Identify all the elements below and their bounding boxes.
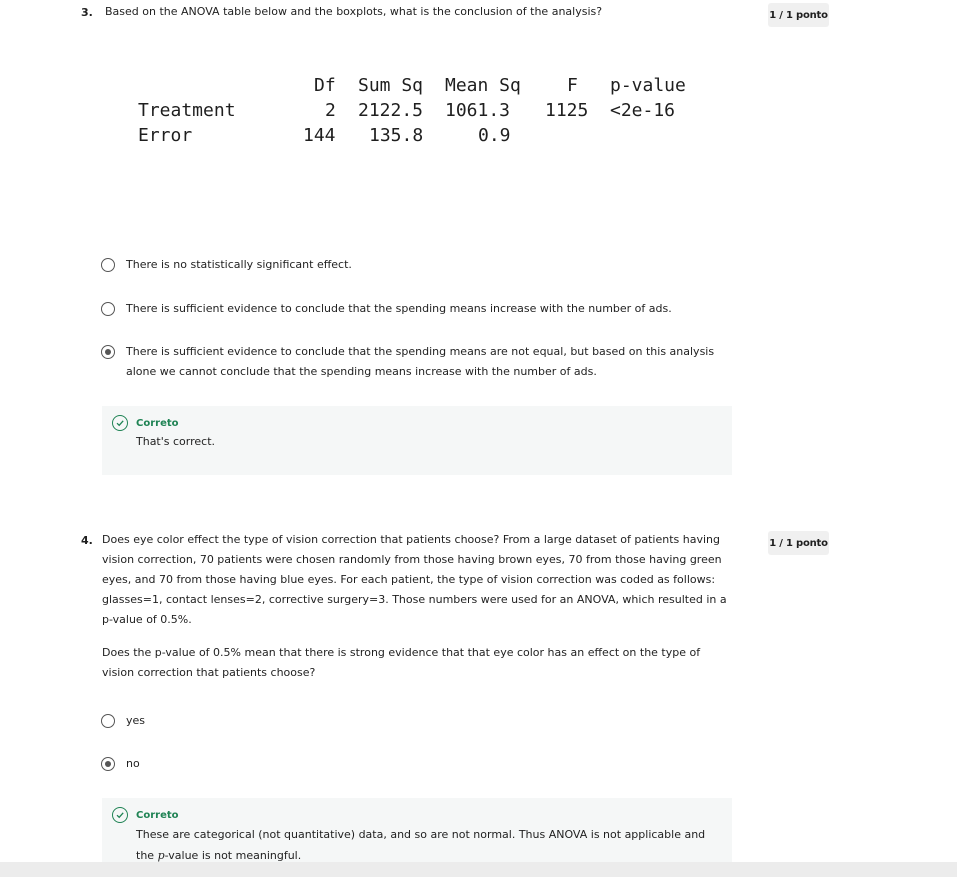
feedback-box: Correto That's correct.: [102, 406, 732, 475]
radio-button-icon[interactable]: [101, 345, 115, 359]
anova-cell: 0.9: [478, 125, 511, 146]
question-prompt: Does the p-value of 0.5% mean that there…: [102, 646, 701, 679]
question-text: Does eye color effect the type of vision…: [102, 533, 727, 626]
option-means-increase[interactable]: There is sufficient evidence to conclude…: [101, 299, 672, 319]
anova-cell: 2: [325, 100, 336, 121]
anova-header-df: Df: [314, 75, 336, 96]
feedback-header: Correto: [112, 415, 179, 431]
option-label: yes: [126, 714, 146, 727]
feedback-title: Correto: [136, 417, 179, 429]
radio-button-icon[interactable]: [101, 757, 115, 771]
radio-button-icon[interactable]: [101, 714, 115, 728]
anova-table: Df Sum Sq Mean Sq F p-value Treatment 2 …: [138, 73, 698, 153]
anova-cell: 1125: [545, 100, 589, 121]
radio-button-icon[interactable]: [101, 258, 115, 272]
anova-row-label: Treatment: [138, 100, 236, 121]
radio-button-icon[interactable]: [101, 302, 115, 316]
question-text: Based on the ANOVA table below and the b…: [105, 5, 603, 18]
anova-row-label: Error: [138, 125, 193, 146]
option-means-not-equal[interactable]: There is sufficient evidence to conclude…: [101, 342, 726, 382]
score-badge: 1 / 1 ponto: [768, 3, 829, 27]
feedback-text: That's correct.: [136, 435, 216, 448]
option-no[interactable]: no: [101, 754, 140, 774]
anova-header-f: F: [567, 75, 578, 96]
option-label: There is sufficient evidence to conclude…: [126, 302, 672, 315]
feedback-header: Correto: [112, 807, 179, 823]
question-number: 4.: [81, 534, 93, 547]
option-label: no: [126, 757, 140, 770]
anova-header-sumsq: Sum Sq: [358, 75, 424, 96]
anova-cell: 1061.3: [445, 100, 511, 121]
anova-cell: 2122.5: [358, 100, 424, 121]
check-circle-icon: [112, 807, 128, 823]
option-yes[interactable]: yes: [101, 711, 145, 731]
option-label: There is sufficient evidence to conclude…: [126, 345, 715, 378]
check-circle-icon: [112, 415, 128, 431]
feedback-box: Correto These are categorical (not quant…: [102, 798, 732, 868]
p-symbol: p: [157, 849, 165, 862]
question-number: 3.: [81, 6, 93, 19]
anova-cell: 144: [303, 125, 336, 146]
option-no-effect[interactable]: There is no statistically significant ef…: [101, 255, 352, 275]
option-label: There is no statistically significant ef…: [126, 258, 352, 271]
feedback-text-part: -value is not meaningful.: [164, 849, 302, 862]
feedback-text: These are categorical (not quantitative)…: [136, 824, 726, 866]
anova-cell: <2e-16: [610, 100, 676, 121]
score-badge: 1 / 1 ponto: [768, 531, 829, 555]
bottom-bar: [0, 862, 957, 877]
anova-header-meansq: Mean Sq: [445, 75, 521, 96]
anova-cell: 135.8: [369, 125, 424, 146]
feedback-title: Correto: [136, 809, 179, 821]
anova-header-pvalue: p-value: [610, 75, 686, 96]
